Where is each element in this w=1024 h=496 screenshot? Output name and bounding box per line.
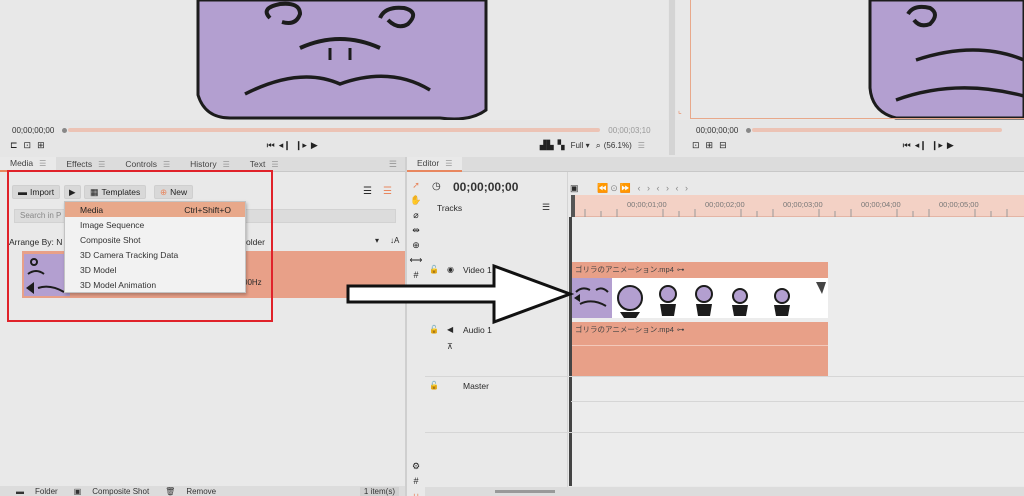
ruler-tick-5: 00;00;05;00	[939, 200, 979, 209]
editor-settings-icon[interactable]: ⚙	[407, 459, 425, 474]
link-icon: ⊶	[676, 265, 685, 274]
grid-icon[interactable]: ▚	[558, 140, 565, 150]
audio-lock-icon[interactable]: 🔓	[429, 325, 439, 334]
timeline-transport-icons[interactable]: ⏪⊙⏩ ‹ › ‹ › ‹ ›	[597, 183, 690, 194]
snapping-icon[interactable]: #	[407, 474, 425, 489]
export-frame-icon[interactable]: ⊞	[706, 140, 714, 150]
scrollbar-thumb[interactable]	[495, 490, 555, 493]
tab-editor[interactable]: Editor ☰	[407, 156, 463, 172]
audio-link-icon: ⊶	[676, 325, 685, 334]
annotation-arrow	[346, 263, 575, 325]
composite-icon: ▣	[73, 486, 82, 496]
composite-shot-button[interactable]: ▣ Composite Shot	[66, 487, 149, 496]
audio-clip-label: ゴリラのアニメーション.mp4 ⊶	[575, 325, 685, 334]
editor-tabs: Editor ☰	[407, 156, 1024, 172]
track-divider-audio	[425, 376, 1024, 377]
clock-icon: ◷	[432, 181, 441, 192]
master-track-label: Master	[463, 381, 489, 391]
selection-tool-icon[interactable]: ➚	[407, 178, 425, 193]
ruler-tick-3: 00;00;03;00	[783, 200, 823, 209]
source-viewer	[0, 0, 668, 120]
prog-step-start-icon[interactable]: ⏮	[903, 140, 911, 150]
editor-timecode[interactable]: 00;00;00;00	[453, 180, 518, 194]
audio-waveform-icon[interactable]: ⊼	[447, 342, 453, 351]
mark-in-icon[interactable]: ⊏	[10, 140, 18, 150]
corner-handle-icon[interactable]: ⌞	[678, 106, 682, 115]
hand-tool-icon[interactable]: ✋	[407, 193, 425, 208]
editor-toolbar: ➚ ✋ ⌀ ⇹ ⊕ ⟷ # ⚙ # ∪	[407, 178, 425, 496]
video-clip-thumbnails	[572, 278, 828, 318]
video-clip[interactable]: ゴリラのアニメーション.mp4 ⊶	[572, 262, 828, 318]
magnet-icon[interactable]: ∪	[407, 489, 425, 496]
ruler-tick-1: 00;00;01;00	[627, 200, 667, 209]
track-headers: ◷ 00;00;00;00 Tracks ☰ 🔓 ◉ Video 1 🔓 ◀ A…	[425, 172, 568, 496]
audio-clip[interactable]: ゴリラのアニメーション.mp4 ⊶	[572, 322, 828, 376]
ruler-tick-2: 00;00;02;00	[705, 200, 745, 209]
safe-frame-outline	[690, 0, 1024, 119]
step-forward-icon[interactable]: ❙▸	[295, 140, 307, 150]
timecode-current: 00;00;00;00	[12, 125, 55, 135]
program-transport: 00;00;00;00 ⊡ ⊞ ⊟ ⏮ ◂❙ ❙▸ ▶	[676, 124, 1024, 151]
channels-icon[interactable]: ▟▙	[540, 140, 554, 150]
sort-az-icon[interactable]: ↓A	[390, 236, 399, 245]
prog-play-icon[interactable]: ▶	[947, 140, 954, 150]
audio-track-label: Audio 1	[463, 325, 492, 335]
slide-tool-icon[interactable]: ⊕	[407, 238, 425, 253]
scrub-bar[interactable]	[68, 128, 601, 132]
detail-view-icon[interactable]: ☰	[383, 186, 392, 197]
zoom-icon[interactable]: ⌕	[596, 140, 601, 150]
preview-frame	[0, 0, 668, 120]
tracks-label: Tracks	[437, 203, 463, 213]
remove-button[interactable]: 🗑 Remove	[157, 487, 216, 496]
razor-tool-icon[interactable]: ⌀	[407, 208, 425, 223]
trash-icon: 🗑	[165, 486, 176, 496]
program-playhead[interactable]	[746, 127, 752, 133]
prog-step-back-icon[interactable]: ◂❙	[915, 140, 927, 150]
list-view-icon[interactable]: ☰	[363, 186, 372, 197]
playhead-handle[interactable]	[62, 127, 68, 133]
master-lock-icon[interactable]: 🔓	[429, 381, 439, 390]
overwrite-icon[interactable]: ⊞	[37, 140, 45, 150]
program-scrub-bar[interactable]	[752, 128, 1003, 132]
media-bottom-bar: ▬ Folder ▣ Composite Shot 🗑 Remove 1 item(s…	[0, 486, 405, 496]
timeline-snapshot-icon[interactable]: ▣	[570, 183, 579, 194]
timeline-ruler[interactable]: 00;00;01;00 00;00;02;00 00;00;03;00 00;0…	[571, 195, 1024, 217]
insert-icon[interactable]: ⊡	[24, 140, 32, 150]
slip-tool-icon[interactable]: ⇹	[407, 223, 425, 238]
thumbnail-strip	[572, 278, 826, 318]
timeline-scrollbar[interactable]	[425, 487, 1024, 496]
panel-menu-icon[interactable]: ☰	[389, 159, 397, 170]
video-clip-label: ゴリラのアニメーション.mp4 ⊶	[575, 265, 685, 274]
highlight-annotation-box	[7, 170, 273, 322]
track-divider-end	[425, 432, 1024, 433]
step-back-icon[interactable]: ◂❙	[279, 140, 291, 150]
track-divider-master	[571, 401, 1024, 402]
viewer-splitter[interactable]	[669, 0, 675, 155]
new-folder-button[interactable]: ▬ Folder	[8, 487, 58, 496]
zoom-select[interactable]: Full ▾	[571, 141, 590, 150]
speaker-icon[interactable]: ◀	[447, 325, 453, 334]
source-transport: 00;00;00;00 00;00;03;10 ⊏ ⊡ ⊞ ⏮ ◂❙ ❙▸ ▶ …	[0, 124, 668, 151]
step-start-icon[interactable]: ⏮	[267, 140, 275, 150]
prog-step-forward-icon[interactable]: ❙▸	[931, 140, 943, 150]
program-timecode: 00;00;00;00	[696, 125, 739, 135]
item-count: 1 item(s)	[359, 486, 399, 496]
folder-icon: ▬	[16, 486, 24, 496]
timecode-duration: 00;00;03;10	[608, 125, 651, 135]
arrange-dropdown-icon[interactable]: ▾	[375, 236, 379, 245]
viewer-menu-icon[interactable]: ☰	[638, 141, 645, 150]
snapshot-icon[interactable]: ⊡	[692, 140, 700, 150]
play-icon[interactable]: ▶	[311, 140, 318, 150]
audio-divider	[572, 345, 828, 346]
zoom-percent: (56.1%)	[603, 140, 632, 150]
render-icon[interactable]: ⊟	[719, 140, 727, 150]
ruler-tick-4: 00;00;04;00	[861, 200, 901, 209]
tracks-menu-icon[interactable]: ☰	[542, 202, 550, 213]
